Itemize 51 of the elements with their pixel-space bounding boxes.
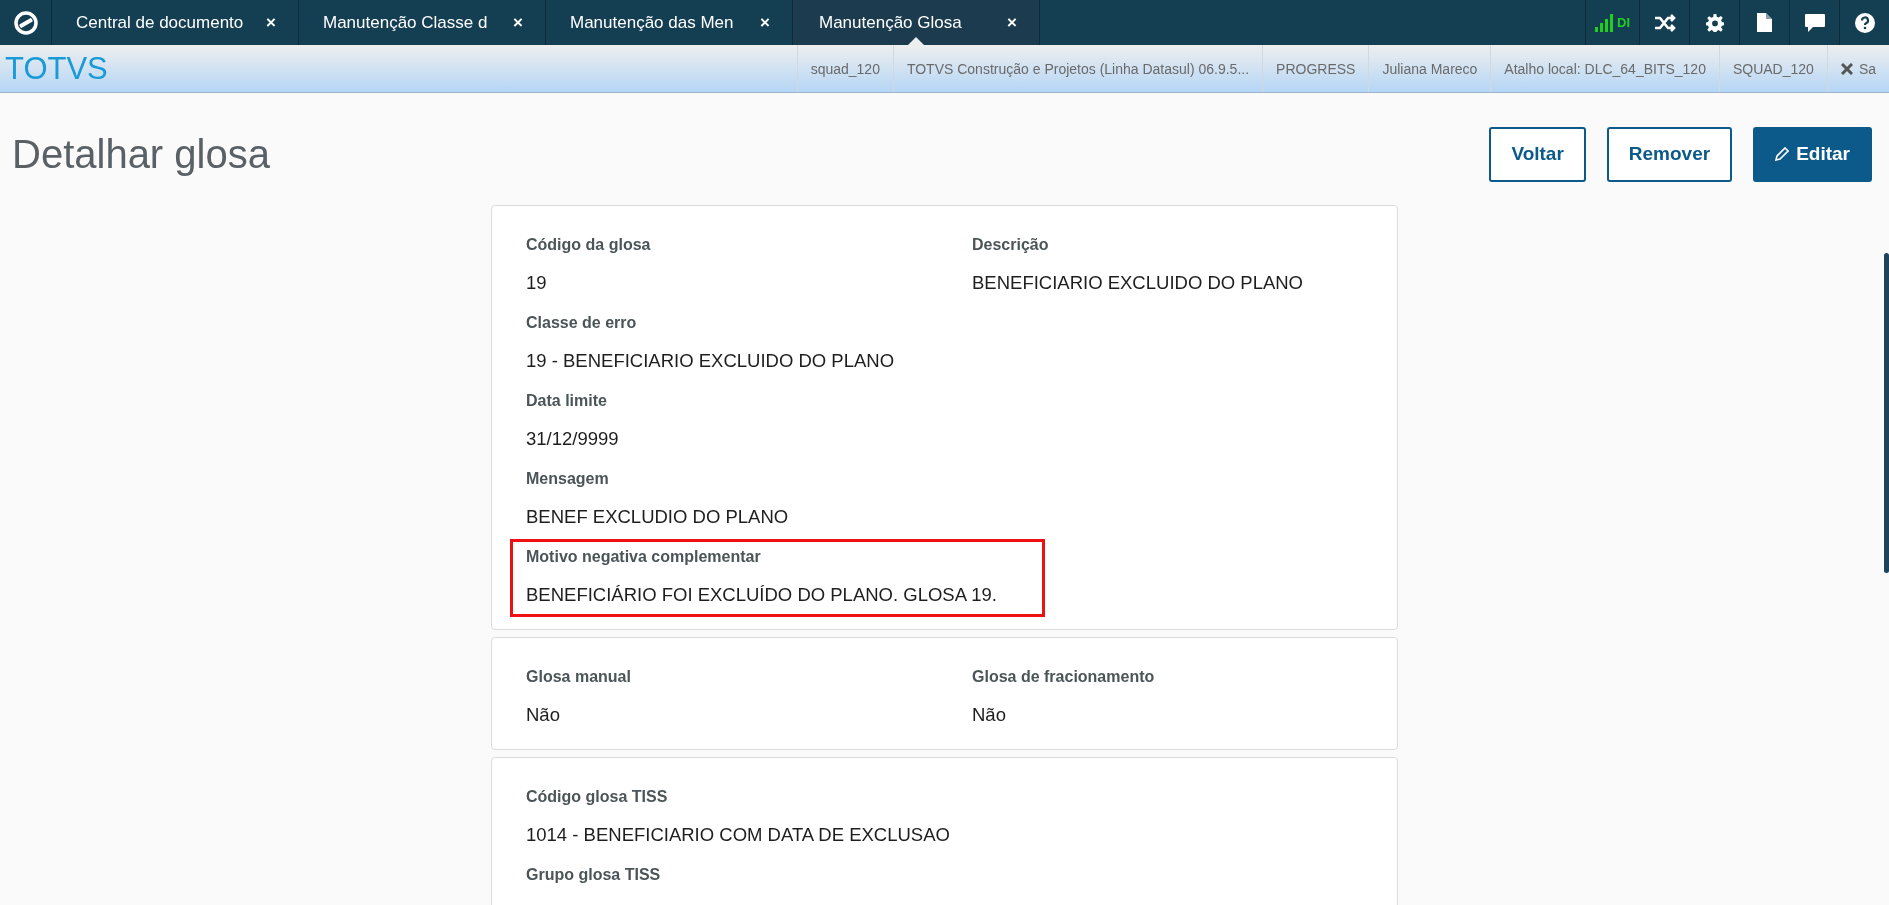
field-label: Mensagem <box>526 470 610 488</box>
signal-label: DI <box>1617 15 1630 30</box>
tab-label: Manutenção Classe d <box>323 12 488 33</box>
field-value: 1014 - BENEFICIARIO COM DATA DE EXCLUSAO <box>526 824 951 846</box>
tab-close-button[interactable]: × <box>266 12 276 33</box>
status-item: SQUAD_120 <box>1718 45 1827 92</box>
field-label: Glosa manual <box>526 668 632 686</box>
tab[interactable]: Manutenção Glosa × <box>793 0 1040 45</box>
field-label: Descrição <box>972 236 1050 254</box>
tab-label: Manutenção Glosa <box>819 12 962 33</box>
tab-label: Manutenção das Men <box>570 12 734 33</box>
action-button[interactable]: Remover <box>1606 126 1733 182</box>
chat-icon[interactable] <box>1804 13 1825 32</box>
document-icon[interactable] <box>1757 13 1772 32</box>
tab-close-button[interactable]: × <box>1007 12 1017 33</box>
exit-button[interactable]: Sa <box>1826 45 1889 92</box>
field-value: BENEFICIÁRIO FOI EXCLUÍDO DO PLANO. GLOSA 19. <box>526 584 998 606</box>
status-item: Atalho local: DLC_64_BITS_120 <box>1490 45 1719 92</box>
field-label: Grupo glosa TISS <box>526 866 662 884</box>
field-value: 19 <box>526 272 548 294</box>
field-label: Data limite <box>526 392 608 410</box>
field-label: Código da glosa <box>526 236 652 254</box>
tab-close-button[interactable]: × <box>513 12 523 33</box>
tab-label: Central de documento <box>76 12 244 33</box>
tab-close-button[interactable]: × <box>760 12 770 33</box>
status-item: PROGRESS <box>1262 45 1369 92</box>
field-label: Código glosa TISS <box>526 788 669 806</box>
field-value: BENEFICIARIO EXCLUIDO DO PLANO <box>972 272 1304 294</box>
logo-icon[interactable] <box>13 10 38 35</box>
action-button[interactable]: Voltar <box>1489 126 1586 182</box>
help-icon[interactable] <box>1854 12 1875 33</box>
shuffle-icon[interactable] <box>1653 13 1676 32</box>
field-value: Não <box>526 704 561 726</box>
field-value: 19 - BENEFICIARIO EXCLUIDO DO PLANO <box>526 350 896 372</box>
status-item: Juliana Mareco <box>1368 45 1491 92</box>
field-value: 31/12/9999 <box>526 428 620 450</box>
close-icon <box>1840 62 1853 75</box>
field-value: Não <box>972 704 1007 726</box>
status-item: TOTVS Construção e Projetos (Linha Datasul) 06.9.5... <box>892 45 1263 92</box>
brand-title: TOTVS <box>4 50 108 88</box>
field-value: BENEF EXCLUDIO DO PLANO <box>526 506 790 528</box>
field-label: Classe de erro <box>526 314 638 332</box>
field-label: Motivo negativa complementar <box>526 548 762 566</box>
page-title: Detalhar glosa <box>12 131 271 177</box>
field-label: Glosa de fracionamento <box>972 668 1156 686</box>
action-button[interactable]: Editar <box>1753 126 1872 182</box>
signal-icon <box>1595 13 1613 32</box>
scrollbar[interactable] <box>1884 253 1889 573</box>
pencil-icon <box>1775 147 1790 161</box>
status-item: squad_120 <box>796 45 893 92</box>
settings-icon[interactable] <box>1705 13 1724 32</box>
